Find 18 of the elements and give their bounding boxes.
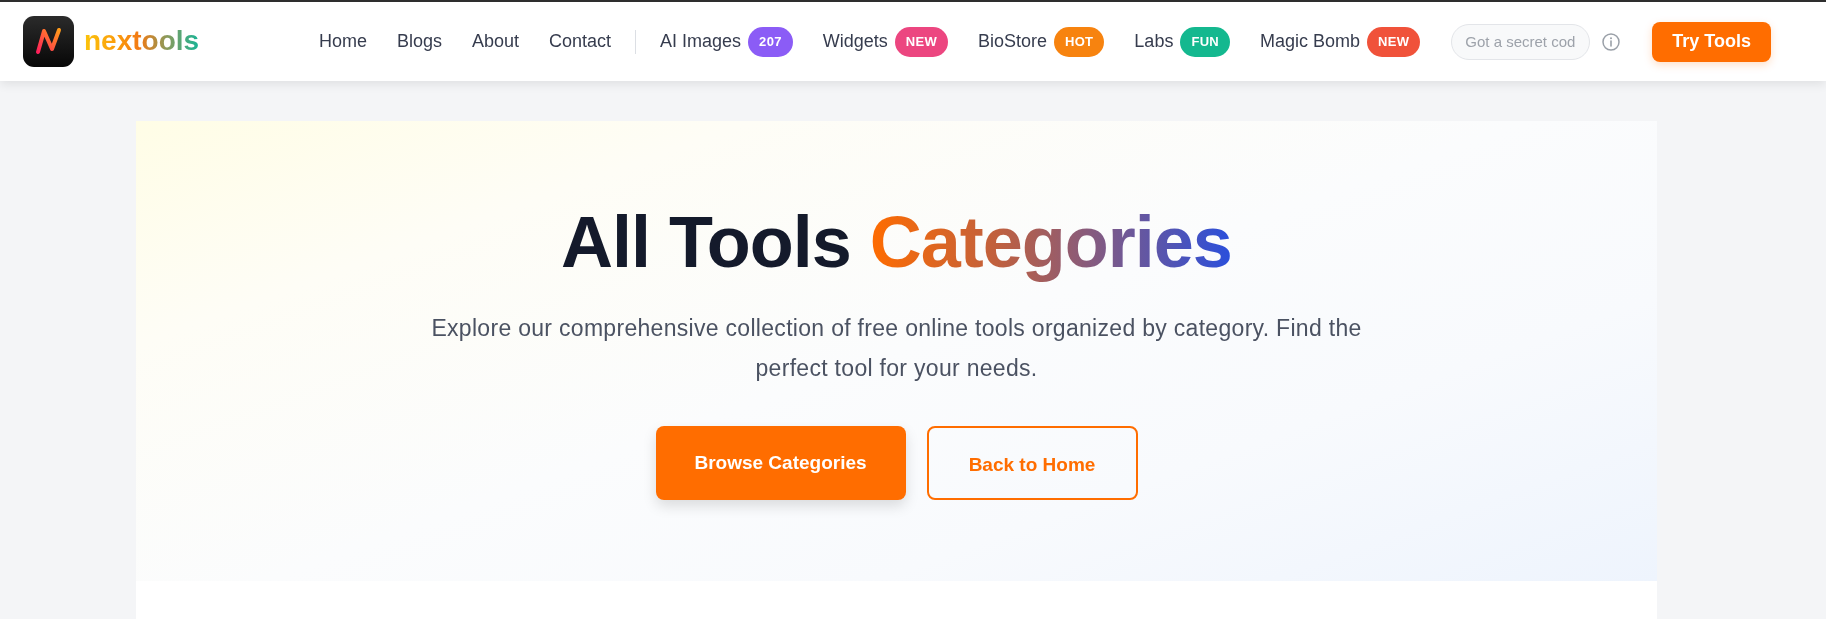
nav-link[interactable]: About [471, 31, 519, 52]
nav-link[interactable]: Blogs [396, 31, 442, 52]
secret-code-field[interactable]: Got a secret cod [1451, 23, 1591, 60]
nav-badge: FUN [1180, 26, 1231, 57]
nav-link[interactable]: Widgets NEW [822, 26, 948, 57]
nav-badge: NEW [894, 26, 948, 57]
logo-icon[interactable] [23, 16, 74, 67]
nav-link[interactable]: Contact [549, 31, 612, 52]
nav-link[interactable]: AI Images 207 [660, 26, 793, 57]
nav-link[interactable]: Magic Bomb NEW [1260, 26, 1421, 57]
nav-link[interactable]: BioStore HOT [977, 26, 1105, 57]
nav-badge: HOT [1054, 26, 1105, 57]
nav-link[interactable]: Home [318, 31, 367, 52]
info-icon[interactable] [1602, 32, 1621, 51]
nav-link[interactable]: Labs FUN [1134, 26, 1231, 57]
hero-description: Explore our comprehensive collection of free online tools organized by category. Find the perfect tool for your needs. [430, 314, 1363, 383]
nav-badge: NEW [1367, 26, 1421, 57]
nav-badge: 207 [748, 26, 793, 57]
